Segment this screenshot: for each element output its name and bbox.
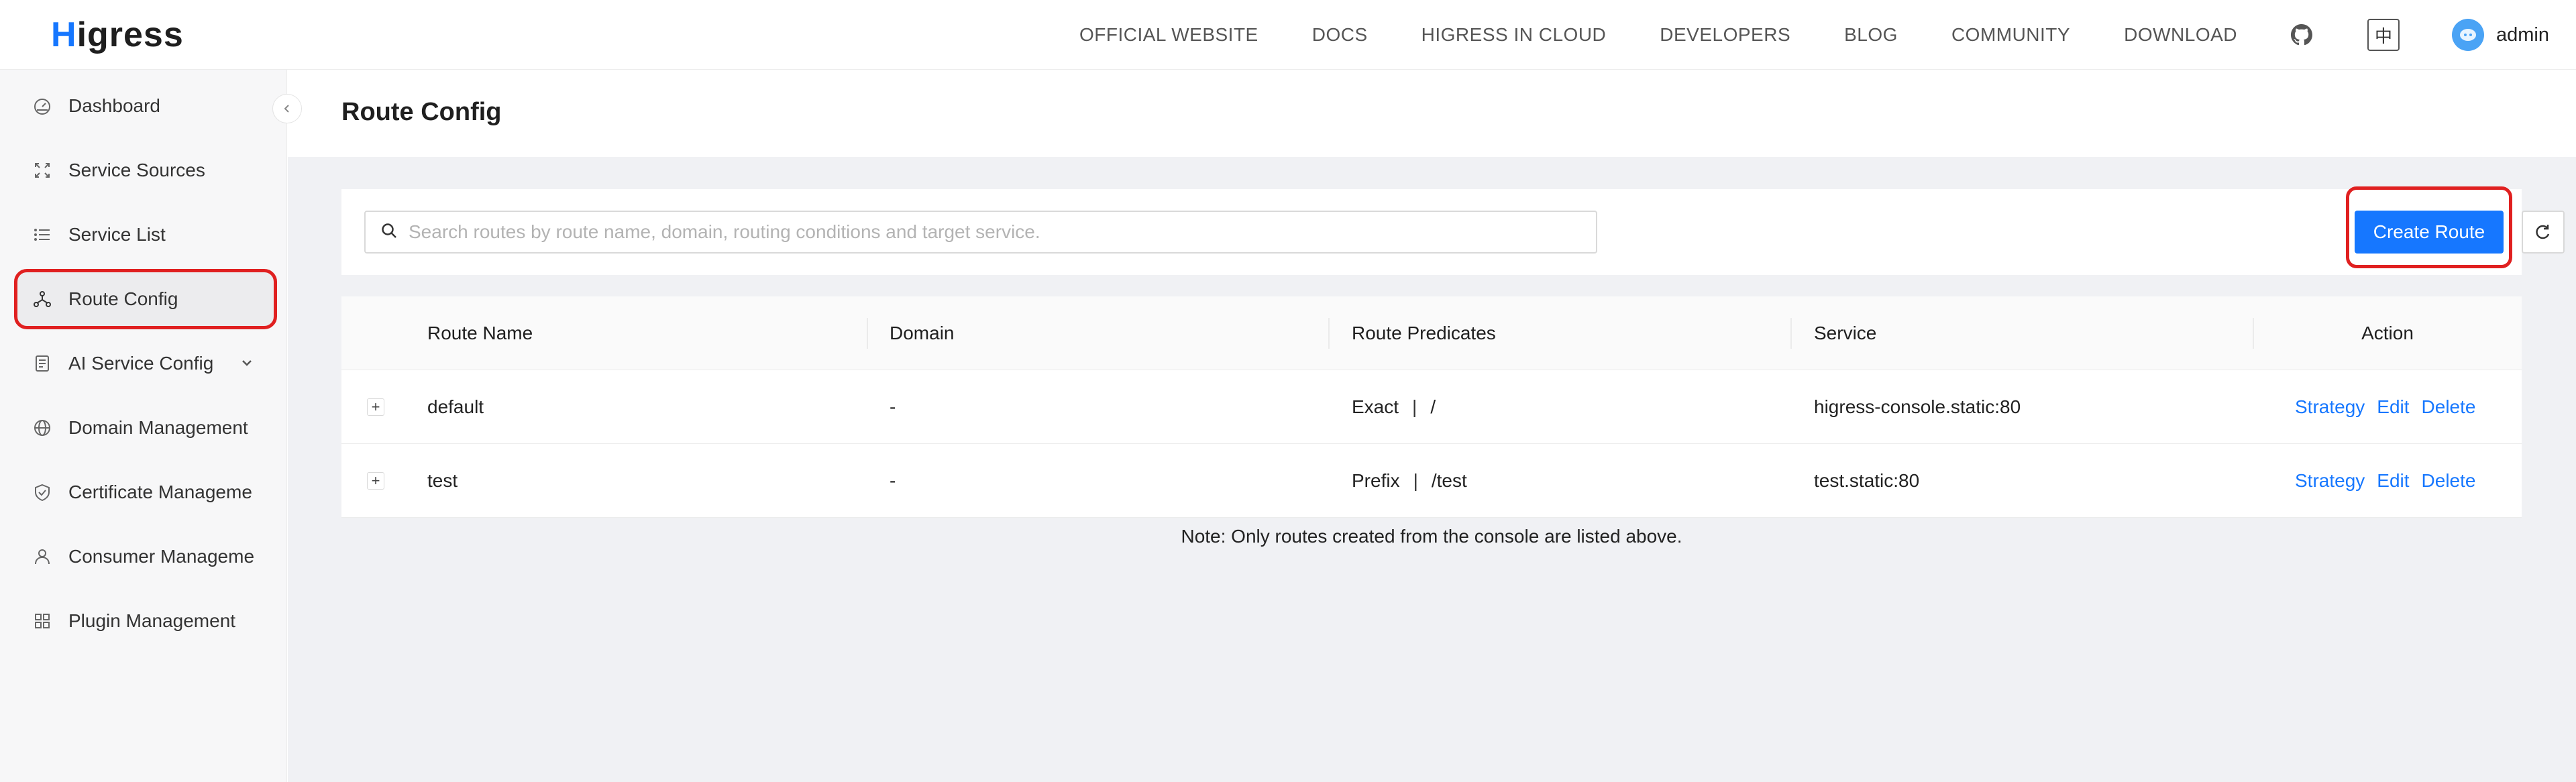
refresh-button[interactable] [2522,211,2565,254]
nav-blog[interactable]: BLOG [1844,24,1898,46]
ai-service-icon [32,353,52,374]
sidebar-item-dashboard[interactable]: Dashboard [16,78,275,134]
column-divider [1328,318,1330,349]
nav-download[interactable]: DOWNLOAD [2124,24,2237,46]
route-domain: - [890,396,896,417]
search-box[interactable] [364,211,1597,254]
avatar [2452,19,2484,51]
sidebar-item-domain-management[interactable]: Domain Management [16,400,275,456]
sidebar-item-certificate-management[interactable]: Certificate Manageme [16,464,275,520]
header-route-predicates: Route Predicates [1352,323,1496,343]
sidebar-item-label: Service List [68,224,166,245]
globe-icon [32,418,52,438]
sidebar-item-label: Certificate Manageme [68,482,252,502]
create-route-button[interactable]: Create Route [2355,211,2504,254]
dashboard-icon [32,96,52,116]
row-actions: Strategy Edit Delete [2295,370,2487,444]
nav-developers[interactable]: DEVELOPERS [1660,24,1790,46]
column-divider [1790,318,1792,349]
sidebar-collapse-button[interactable] [272,94,302,123]
expand-row-button[interactable]: + [367,472,384,490]
sidebar-item-label: Route Config [68,288,178,309]
sidebar-item-label: Domain Management [68,417,248,438]
sidebar-item-consumer-management[interactable]: Consumer Manageme [16,528,275,585]
route-icon [32,289,52,309]
header-domain: Domain [890,323,955,343]
search-input[interactable] [407,213,1588,251]
logo-rest: igress [76,15,184,54]
sidebar-item-ai-service-config[interactable]: AI Service Config [16,335,275,392]
shield-icon [32,482,52,502]
search-icon [380,222,398,243]
edit-link[interactable]: Edit [2377,396,2409,418]
delete-link[interactable]: Delete [2422,396,2476,418]
table-header: Route Name Domain Route Predicates Servi… [341,296,2522,370]
user-menu[interactable]: admin [2452,19,2549,51]
chevron-left-icon [284,105,289,113]
top-bar: Higress OFFICIAL WEBSITE DOCS HIGRESS IN… [0,0,2576,70]
route-service: higress-console.static:80 [1814,396,2021,417]
routes-table: Route Name Domain Route Predicates Servi… [341,296,2522,518]
expand-row-button[interactable]: + [367,398,384,416]
user-icon [32,547,52,567]
sidebar-item-service-sources[interactable]: Service Sources [16,142,275,199]
predicate-type: Prefix [1352,470,1400,491]
table-row: + default - Exact | / higress-console.st… [341,370,2522,444]
sidebar-item-plugin-management[interactable]: Plugin Management [16,593,275,649]
strategy-link[interactable]: Strategy [2295,396,2365,418]
column-divider [867,318,868,349]
page-header: Route Config [288,70,2576,157]
username: admin [2496,23,2549,46]
github-icon[interactable] [2290,23,2314,47]
table-row: + test - Prefix | /test test.static:80 S… [341,444,2522,518]
route-predicate: Prefix | /test [1352,444,1467,518]
sidebar-item-label: Service Sources [68,160,205,180]
sidebar-item-route-config[interactable]: Route Config [14,269,277,329]
toolbar: Create Route [341,186,2565,275]
main-content: Route Config Create Route Route Name Dom… [288,70,2576,782]
predicate-separator: | [1412,396,1417,417]
page-title: Route Config [341,98,502,126]
header-route-name: Route Name [427,323,533,343]
predicate-path: /test [1431,470,1467,491]
list-icon [32,225,52,245]
sidebar-item-label: Dashboard [68,95,160,116]
predicate-type: Exact [1352,396,1399,417]
nav-docs[interactable]: DOCS [1312,24,1368,46]
edit-link[interactable]: Edit [2377,470,2409,492]
sidebar: Dashboard Service Sources Service List R… [0,70,287,782]
sidebar-item-label: AI Service Config [68,353,214,374]
header-service: Service [1814,323,1877,343]
sidebar-item-label: Consumer Manageme [68,546,255,567]
refresh-icon [2536,225,2550,239]
sidebar-item-service-list[interactable]: Service List [16,207,275,263]
route-name: test [427,470,458,491]
table-note: Note: Only routes created from the conso… [1181,526,1682,547]
route-name: default [427,396,484,417]
higress-logo[interactable]: Higress [51,9,184,60]
route-predicate: Exact | / [1352,370,1436,444]
predicate-path: / [1430,396,1436,417]
predicate-separator: | [1413,470,1418,491]
top-nav: OFFICIAL WEBSITE DOCS HIGRESS IN CLOUD D… [1053,0,2576,70]
chevron-down-icon[interactable] [239,354,255,376]
row-actions: Strategy Edit Delete [2295,444,2487,518]
nav-higress-in-cloud[interactable]: HIGRESS IN CLOUD [1421,24,1607,46]
nav-official-website[interactable]: OFFICIAL WEBSITE [1079,24,1258,46]
route-service: test.static:80 [1814,470,1920,491]
delete-link[interactable]: Delete [2422,470,2476,492]
plugin-icon [32,611,52,631]
route-domain: - [890,470,896,491]
strategy-link[interactable]: Strategy [2295,470,2365,492]
language-toggle[interactable]: 中 [2367,19,2400,51]
sidebar-item-label: Plugin Management [68,610,236,631]
service-sources-icon [32,160,52,180]
logo-h: H [51,15,77,54]
header-action: Action [2361,323,2414,343]
nav-community[interactable]: COMMUNITY [1951,24,2070,46]
